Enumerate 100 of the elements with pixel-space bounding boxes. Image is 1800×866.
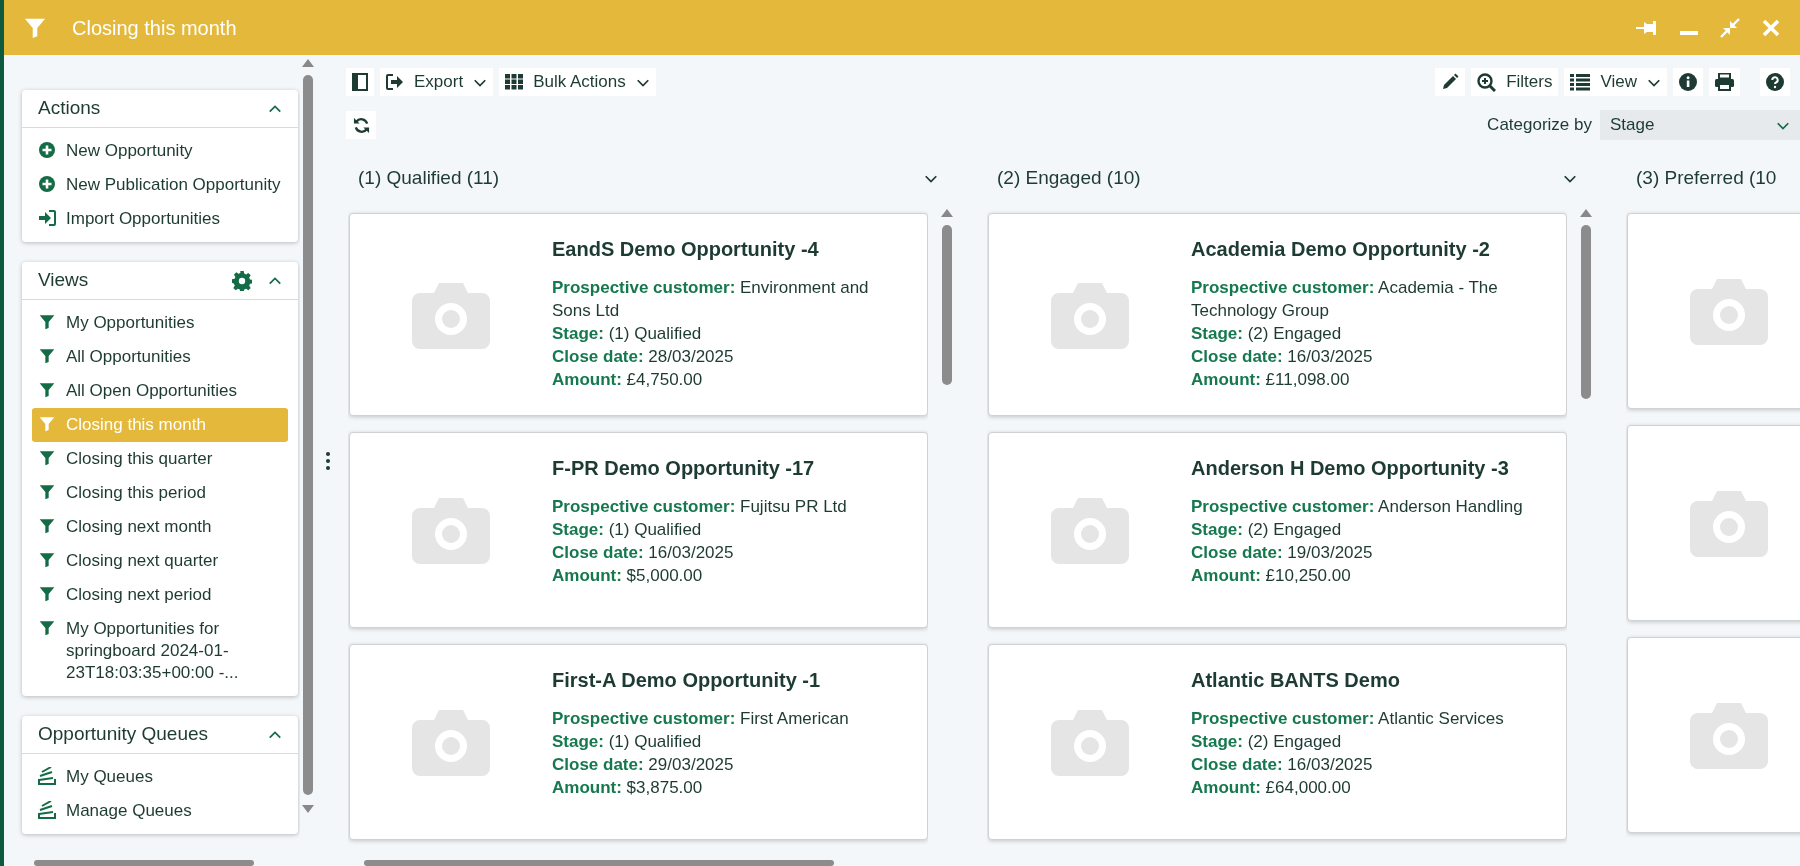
scrollbar[interactable] [34, 860, 254, 866]
field-text: Prospective customer: Atlantic Services [1191, 708, 1504, 730]
sidebar-item[interactable]: All Opportunities [32, 340, 288, 374]
sidebar-toggle-icon [352, 73, 368, 91]
field-label: Categorize by [1487, 114, 1592, 137]
field-text: Amount: £11,098.00 [1191, 369, 1351, 391]
camera-placeholder-icon [412, 708, 490, 776]
sidebar-item[interactable]: Closing next quarter [32, 544, 288, 578]
panel-title: Actions [38, 96, 101, 121]
filter-icon [39, 484, 55, 500]
opportunity-card[interactable]: Anderson H Demo Opportunity -3 Prospective customer: Anderson Handling Stage: (2) Engaged Close date: 19/03/2025 Amount: £10,250.00 [988, 432, 1567, 628]
filter-icon [39, 450, 55, 466]
edit-button[interactable] [1435, 68, 1466, 96]
field-text: Close date: 16/03/2025 [1191, 346, 1374, 368]
categorize-select[interactable]: Stage [1600, 110, 1800, 140]
filter-icon [39, 314, 55, 330]
sidebar-item[interactable]: Closing next period [32, 578, 288, 612]
pencil-icon [1441, 73, 1460, 91]
filter-icon [39, 382, 55, 398]
camera-placeholder-icon [412, 280, 490, 349]
stack-icon [38, 801, 56, 819]
export-icon [386, 74, 404, 90]
info-icon [1679, 73, 1697, 91]
camera-placeholder-icon [412, 496, 490, 564]
field-text: Prospective customer: First American [552, 708, 849, 730]
opportunity-card[interactable]: F-PR Demo Opportunity -17 Prospective customer: Fujitsu PR Ltd Stage: (1) Qualified Close date: 16/03/2025 Amount: $5,000.00 [349, 432, 928, 628]
drag-handle-icon[interactable] [326, 451, 330, 470]
panel-title: Views [38, 268, 89, 293]
zoom-in-icon [1477, 72, 1497, 92]
sidebar-item[interactable]: Closing next month [32, 510, 288, 544]
dropdown-button[interactable]: View [1564, 68, 1667, 96]
opportunity-card[interactable]: EandS Demo Opportunity -4 Prospective customer: Environment and Sons Ltd Stage: (1) Qualified Close date: 28/03/2025 Amount: £4,750.00 [349, 213, 928, 416]
camera-placeholder-icon [1051, 280, 1129, 349]
field-text: Stage: (2) Engaged [1191, 519, 1343, 541]
dropdown-button[interactable]: Export [380, 68, 494, 96]
info-button[interactable] [1673, 68, 1703, 96]
filter-icon [39, 416, 55, 432]
field-text: Close date: 19/03/2025 [1191, 542, 1374, 564]
panel-title: Opportunity Queues [38, 722, 209, 747]
panel-button[interactable] [346, 68, 374, 96]
field-text: Prospective customer: Fujitsu PR Ltd [552, 496, 847, 518]
field-text: Prospective customer: Anderson Handling [1191, 496, 1523, 518]
toolbar-button[interactable]: Filters [1471, 68, 1559, 96]
sign-in-icon [38, 210, 56, 226]
dropdown-button[interactable]: Bulk Actions [499, 68, 656, 96]
refresh-button[interactable] [346, 111, 376, 139]
card-title: Atlantic BANTS Demo [1191, 668, 1401, 693]
sidebar-item[interactable]: My Queues [32, 760, 288, 794]
gear-icon[interactable] [232, 270, 252, 291]
field-text: Prospective customer: Environment and Sons Ltd [552, 277, 870, 322]
field-text: Stage: (1) Qualified [552, 519, 703, 541]
camera-placeholder-icon [1051, 708, 1129, 776]
scroll-down-icon[interactable] [302, 805, 314, 813]
scroll-up-icon[interactable] [941, 209, 953, 217]
scrollbar-thumb[interactable] [942, 225, 952, 385]
field-text: Amount: £4,750.00 [552, 369, 704, 391]
sidebar-item[interactable]: My Opportunities for springboard 2024-01-23T18:03:35+00:00 -... [32, 612, 288, 690]
opportunity-card[interactable]: Atlantic BANTS Demo Prospective customer: Atlantic Services Stage: (2) Engaged Close date: 16/03/2025 Amount: £64,000.00 [988, 644, 1567, 840]
sidebar-item[interactable]: Manage Queues [32, 794, 288, 828]
field-text: Close date: 28/03/2025 [552, 346, 735, 368]
sidebar-item[interactable]: Closing this period [32, 476, 288, 510]
sidebar-item[interactable]: My Opportunities [32, 306, 288, 340]
sidebar-item[interactable]: New Publication Opportunity [32, 168, 288, 202]
card-title: EandS Demo Opportunity -4 [552, 237, 820, 262]
field-text: Stage: (2) Engaged [1191, 323, 1343, 345]
field-text: Close date: 29/03/2025 [552, 754, 735, 776]
camera-placeholder-icon [1690, 277, 1768, 345]
field-text: Stage: (1) Qualified [552, 731, 703, 753]
print-button[interactable] [1709, 68, 1740, 96]
column-title: (2) Engaged (10) [997, 165, 1141, 190]
refresh-icon [352, 116, 370, 134]
sidebar-item[interactable]: All Open Opportunities [32, 374, 288, 408]
filter-icon [39, 552, 55, 568]
scrollbar-thumb[interactable] [303, 75, 313, 795]
plus-circle-icon [39, 142, 55, 158]
card-title: Anderson H Demo Opportunity -3 [1191, 456, 1510, 481]
printer-icon [1715, 73, 1734, 91]
scrollbar-thumb[interactable] [1581, 225, 1591, 399]
scroll-up-icon[interactable] [1580, 209, 1592, 217]
list-icon [1570, 73, 1591, 91]
sidebar-item[interactable]: Closing this quarter [32, 442, 288, 476]
plus-circle-icon [39, 176, 55, 192]
help-button[interactable] [1760, 68, 1790, 96]
sidebar-item[interactable]: Import Opportunities [32, 202, 288, 236]
scrollbar[interactable] [364, 860, 834, 866]
window-title: Closing this month [72, 15, 237, 41]
field-text: Amount: $5,000.00 [552, 565, 704, 587]
field-text: Amount: £10,250.00 [1191, 565, 1352, 587]
scroll-up-icon[interactable] [302, 59, 314, 67]
field-text: Prospective customer: Academia - The Technology Group [1191, 277, 1499, 322]
card-title: Academia Demo Opportunity -2 [1191, 237, 1491, 262]
opportunity-card[interactable]: First-A Demo Opportunity -1 Prospective customer: First American Stage: (1) Qualified Close date: 29/03/2025 Amount: $3,875.00 [349, 644, 928, 840]
camera-placeholder-icon [1690, 489, 1768, 557]
card-title: First-A Demo Opportunity -1 [552, 668, 822, 693]
opportunity-card[interactable]: Academia Demo Opportunity -2 Prospective customer: Academia - The Technology Group Stage: (2) Engaged Close date: 16/03/2025 Amount: £11,098.00 [988, 213, 1567, 416]
help-icon [1766, 73, 1784, 91]
filter-icon [39, 620, 55, 636]
camera-placeholder-icon [1690, 701, 1768, 769]
field-text: Amount: $3,875.00 [552, 777, 704, 799]
sidebar-item[interactable]: New Opportunity [32, 134, 288, 168]
